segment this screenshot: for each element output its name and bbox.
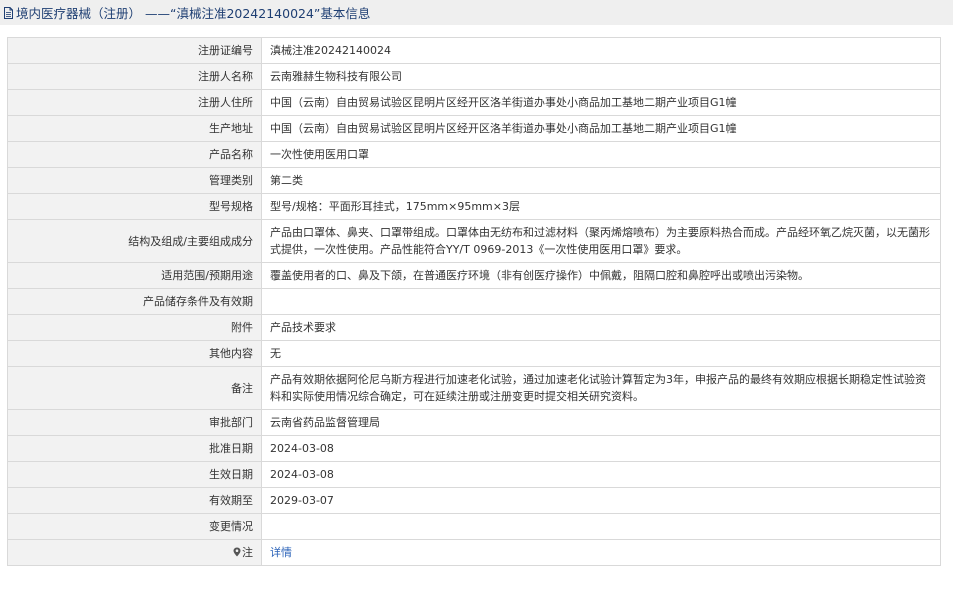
row-label: 结构及组成/主要组成成分 xyxy=(7,219,262,263)
note-value-cell: 详情 xyxy=(261,539,941,566)
row-value: 覆盖使用者的口、鼻及下颌，在普通医疗环境（非有创医疗操作）中佩戴，阻隔口腔和鼻腔… xyxy=(261,262,941,289)
table-row: 附件 产品技术要求 xyxy=(7,314,941,341)
page-title: 境内医疗器械（注册） ——“滇械注准20242140024”基本信息 xyxy=(16,6,371,21)
table-row: 注册人名称 云南雅赫生物科技有限公司 xyxy=(7,63,941,90)
table-row: 审批部门 云南省药品监督管理局 xyxy=(7,409,941,436)
table-row: 管理类别 第二类 xyxy=(7,167,941,194)
info-table: 注册证编号 滇械注准20242140024 注册人名称 云南雅赫生物科技有限公司… xyxy=(7,37,941,566)
row-value xyxy=(261,513,941,540)
row-label: 注册证编号 xyxy=(7,37,262,64)
row-label: 适用范围/预期用途 xyxy=(7,262,262,289)
table-row: 变更情况 xyxy=(7,513,941,540)
row-label: 管理类别 xyxy=(7,167,262,194)
table-row: 批准日期 2024-03-08 xyxy=(7,435,941,462)
row-label: 生产地址 xyxy=(7,115,262,142)
row-value: 2024-03-08 xyxy=(261,461,941,488)
row-value: 型号/规格：平面形耳挂式，175mm×95mm×3层 xyxy=(261,193,941,220)
table-row: 其他内容 无 xyxy=(7,340,941,367)
row-label: 审批部门 xyxy=(7,409,262,436)
row-label: 注册人住所 xyxy=(7,89,262,116)
row-value xyxy=(261,288,941,315)
row-value: 云南雅赫生物科技有限公司 xyxy=(261,63,941,90)
row-value: 2029-03-07 xyxy=(261,487,941,514)
table-row: 适用范围/预期用途 覆盖使用者的口、鼻及下颌，在普通医疗环境（非有创医疗操作）中… xyxy=(7,262,941,289)
row-value: 产品由口罩体、鼻夹、口罩带组成。口罩体由无纺布和过滤材料（聚丙烯熔喷布）为主要原… xyxy=(261,219,941,263)
row-value: 一次性使用医用口罩 xyxy=(261,141,941,168)
row-label: 变更情况 xyxy=(7,513,262,540)
note-label-cell: 注 xyxy=(7,539,262,566)
table-row: 生效日期 2024-03-08 xyxy=(7,461,941,488)
location-pin-icon xyxy=(233,547,241,557)
row-value: 中国（云南）自由贸易试验区昆明片区经开区洛羊街道办事处小商品加工基地二期产业项目… xyxy=(261,115,941,142)
table-row: 注册人住所 中国（云南）自由贸易试验区昆明片区经开区洛羊街道办事处小商品加工基地… xyxy=(7,89,941,116)
row-label: 备注 xyxy=(7,366,262,410)
row-value: 中国（云南）自由贸易试验区昆明片区经开区洛羊街道办事处小商品加工基地二期产业项目… xyxy=(261,89,941,116)
document-icon xyxy=(4,6,13,19)
row-label: 其他内容 xyxy=(7,340,262,367)
row-label: 批准日期 xyxy=(7,435,262,462)
row-value: 第二类 xyxy=(261,167,941,194)
table-row: 注册证编号 滇械注准20242140024 xyxy=(7,37,941,64)
row-value: 无 xyxy=(261,340,941,367)
table-row: 产品名称 一次性使用医用口罩 xyxy=(7,141,941,168)
row-label: 注册人名称 xyxy=(7,63,262,90)
table-row: 结构及组成/主要组成成分 产品由口罩体、鼻夹、口罩带组成。口罩体由无纺布和过滤材… xyxy=(7,219,941,263)
detail-link[interactable]: 详情 xyxy=(270,546,292,559)
table-row: 型号规格 型号/规格：平面形耳挂式，175mm×95mm×3层 xyxy=(7,193,941,220)
row-value: 滇械注准20242140024 xyxy=(261,37,941,64)
row-value: 2024-03-08 xyxy=(261,435,941,462)
note-row: 注 详情 xyxy=(7,539,941,566)
row-label: 型号规格 xyxy=(7,193,262,220)
row-label: 产品储存条件及有效期 xyxy=(7,288,262,315)
row-value: 产品技术要求 xyxy=(261,314,941,341)
table-row: 生产地址 中国（云南）自由贸易试验区昆明片区经开区洛羊街道办事处小商品加工基地二… xyxy=(7,115,941,142)
note-label: 注 xyxy=(242,546,253,559)
table-row: 有效期至 2029-03-07 xyxy=(7,487,941,514)
row-label: 生效日期 xyxy=(7,461,262,488)
row-label: 有效期至 xyxy=(7,487,262,514)
row-label: 附件 xyxy=(7,314,262,341)
page-title-bar: 境内医疗器械（注册） ——“滇械注准20242140024”基本信息 xyxy=(0,0,953,25)
table-row: 备注 产品有效期依据阿伦尼乌斯方程进行加速老化试验，通过加速老化试验计算暂定为3… xyxy=(7,366,941,410)
row-label: 产品名称 xyxy=(7,141,262,168)
row-value: 云南省药品监督管理局 xyxy=(261,409,941,436)
table-row: 产品储存条件及有效期 xyxy=(7,288,941,315)
row-value: 产品有效期依据阿伦尼乌斯方程进行加速老化试验，通过加速老化试验计算暂定为3年，申… xyxy=(261,366,941,410)
